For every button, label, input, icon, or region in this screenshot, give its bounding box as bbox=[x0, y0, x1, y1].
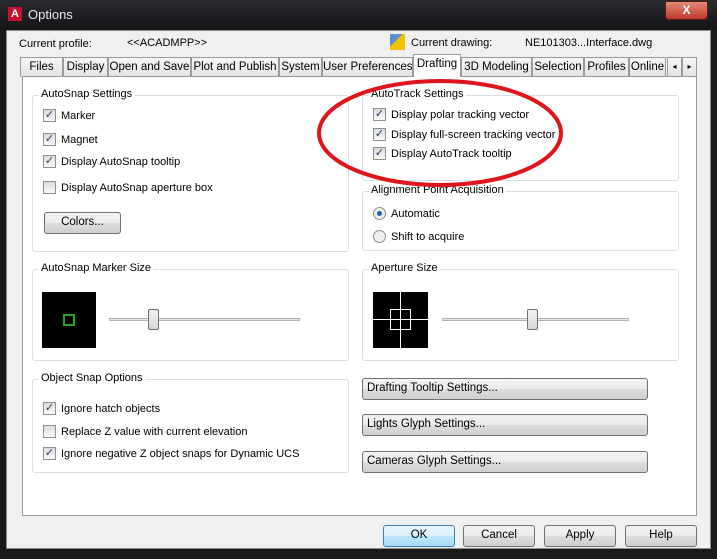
object-snap-options-title: Object Snap Options bbox=[39, 372, 145, 384]
tab-profiles[interactable]: Profiles bbox=[584, 57, 629, 77]
window-title: Options bbox=[28, 7, 73, 22]
ok-button[interactable]: OK bbox=[383, 525, 455, 547]
shift-to-acquire-radio[interactable]: Shift to acquire bbox=[373, 230, 464, 243]
marker-checkbox[interactable]: ✓ Marker bbox=[43, 109, 95, 122]
drafting-tooltip-settings-button[interactable]: Drafting Tooltip Settings... bbox=[362, 378, 648, 400]
autotrack-settings-group: AutoTrack Settings ✓ Display polar tracki… bbox=[362, 88, 679, 181]
tab-open-and-save[interactable]: Open and Save bbox=[108, 57, 191, 77]
marker-square-icon bbox=[63, 314, 75, 326]
marker-size-slider-thumb[interactable] bbox=[147, 309, 159, 330]
marker-size-title: AutoSnap Marker Size bbox=[39, 262, 154, 274]
cancel-button[interactable]: Cancel bbox=[463, 525, 535, 547]
fullscreen-tracking-checkbox[interactable]: ✓ Display full-screen tracking vector bbox=[373, 128, 555, 141]
marker-size-group: AutoSnap Marker Size bbox=[32, 262, 349, 361]
marker-preview bbox=[42, 292, 96, 348]
current-drawing-label: Current drawing: bbox=[411, 37, 493, 49]
autotrack-tooltip-checkbox[interactable]: ✓ Display AutoTrack tooltip bbox=[373, 147, 512, 160]
magnet-checkbox[interactable]: ✓ Magnet bbox=[43, 133, 98, 146]
ignore-negative-z-checkbox[interactable]: ✓ Ignore negative Z object snaps for Dyna… bbox=[43, 447, 299, 460]
checkmark-icon[interactable]: ✓ bbox=[43, 155, 56, 168]
tab-plot-and-publish[interactable]: Plot and Publish bbox=[191, 57, 279, 77]
aperture-box-icon bbox=[390, 309, 411, 330]
autosnap-settings-group: AutoSnap Settings ✓ Marker ✓ Magnet ✓ Displ… bbox=[32, 88, 349, 252]
checkmark-icon[interactable]: ✓ bbox=[373, 108, 386, 121]
aperture-size-slider-thumb[interactable] bbox=[526, 309, 538, 330]
colors-button[interactable]: Colors... bbox=[44, 212, 121, 234]
marker-size-slider[interactable] bbox=[109, 318, 300, 321]
autotrack-settings-title: AutoTrack Settings bbox=[369, 88, 466, 100]
aperture-preview bbox=[373, 292, 428, 348]
tab-scroll-right-icon[interactable]: ▸ bbox=[682, 57, 697, 77]
checkmark-icon[interactable]: ✓ bbox=[43, 402, 56, 415]
help-button[interactable]: Help bbox=[625, 525, 697, 547]
autosnap-tooltip-checkbox[interactable]: ✓ Display AutoSnap tooltip bbox=[43, 155, 180, 168]
checkmark-icon[interactable]: ✓ bbox=[373, 147, 386, 160]
aperture-size-group: Aperture Size bbox=[362, 262, 679, 361]
replace-z-checkbox[interactable]: Replace Z value with current elevation bbox=[43, 425, 247, 438]
polar-tracking-checkbox[interactable]: ✓ Display polar tracking vector bbox=[373, 108, 529, 121]
automatic-radio[interactable]: Automatic bbox=[373, 207, 440, 220]
aperture-size-title: Aperture Size bbox=[369, 262, 440, 274]
checkmark-icon[interactable]: ✓ bbox=[373, 128, 386, 141]
close-button[interactable]: X bbox=[665, 1, 708, 20]
autosnap-settings-title: AutoSnap Settings bbox=[39, 88, 135, 100]
tab-drafting[interactable]: Drafting bbox=[413, 54, 461, 77]
tab-display[interactable]: Display bbox=[63, 57, 108, 77]
current-drawing-value: NE101303...Interface.dwg bbox=[525, 37, 653, 49]
object-snap-options-group: Object Snap Options ✓ Ignore hatch object… bbox=[32, 372, 349, 473]
ignore-hatch-checkbox[interactable]: ✓ Ignore hatch objects bbox=[43, 402, 160, 415]
aperture-box-checkbox[interactable]: Display AutoSnap aperture box bbox=[43, 181, 213, 194]
alignment-acquisition-title: Alignment Point Acquisition bbox=[369, 184, 506, 196]
tab-online[interactable]: Online bbox=[629, 57, 666, 77]
tab-user-preferences[interactable]: User Preferences bbox=[322, 57, 413, 77]
tab-selection[interactable]: Selection bbox=[532, 57, 584, 77]
tab-system[interactable]: System bbox=[279, 57, 322, 77]
cameras-glyph-settings-button[interactable]: Cameras Glyph Settings... bbox=[362, 451, 648, 473]
checkmark-icon[interactable]: ✓ bbox=[43, 109, 56, 122]
checkmark-icon[interactable]: ✓ bbox=[43, 447, 56, 460]
apply-button[interactable]: Apply bbox=[544, 525, 616, 547]
tab-3d-modeling[interactable]: 3D Modeling bbox=[461, 57, 532, 77]
checkmark-icon[interactable]: ✓ bbox=[43, 133, 56, 146]
current-profile-value: <<ACADMPP>> bbox=[127, 37, 208, 49]
alignment-acquisition-group: Alignment Point Acquisition Automatic Sh… bbox=[362, 184, 679, 251]
tab-files[interactable]: Files bbox=[20, 57, 63, 77]
lights-glyph-settings-button[interactable]: Lights Glyph Settings... bbox=[362, 414, 648, 436]
current-profile-label: Current profile: bbox=[19, 38, 92, 50]
autocad-logo-icon: A bbox=[8, 7, 22, 21]
tab-scroll-left-icon[interactable]: ◂ bbox=[667, 57, 682, 77]
title-bar: A Options X bbox=[0, 0, 717, 30]
drawing-icon bbox=[390, 34, 405, 50]
